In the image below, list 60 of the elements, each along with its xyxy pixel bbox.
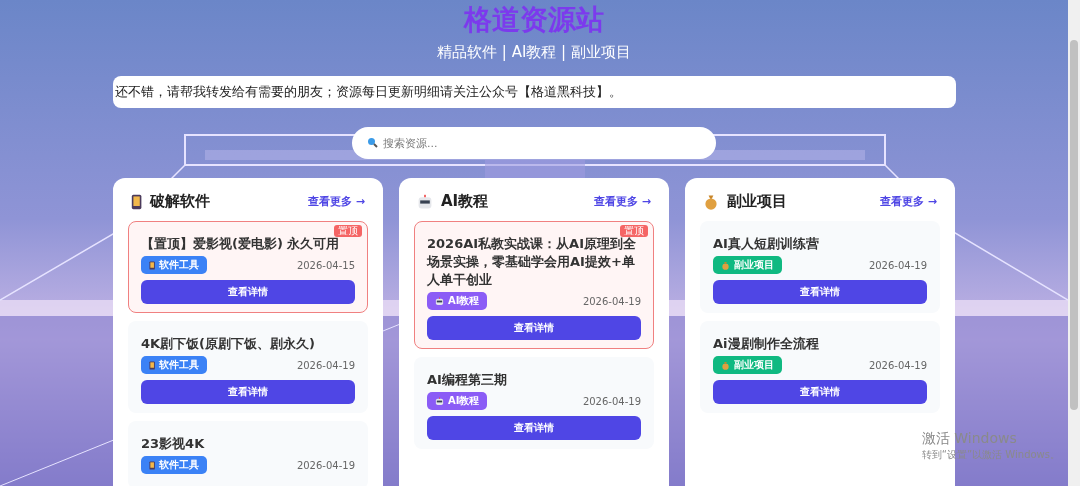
- resource-title: 2026AI私教实战课：从AI原理到全场景实操，零基础学会用AI提效+单人单干创业: [427, 236, 637, 289]
- resource-item[interactable]: Ai漫剧制作全流程 副业项目 2026-04-19 查看详情: [700, 321, 940, 413]
- view-details-button[interactable]: 查看详情: [141, 380, 355, 404]
- search-icon: [367, 137, 378, 148]
- phone-icon: [131, 193, 143, 210]
- resource-item[interactable]: 置顶 【置顶】爱影视(爱电影) 永久可用 软件工具 2026-04-15 查看详情: [128, 221, 368, 313]
- search-field[interactable]: 搜索资源...: [352, 127, 716, 159]
- resource-item[interactable]: AI真人短剧训练营 副业项目 2026-04-19 查看详情: [700, 221, 940, 313]
- phone-icon: [149, 360, 156, 370]
- site-subtitle: 精品软件 | AI教程 | 副业项目: [437, 42, 631, 62]
- scrollbar[interactable]: [1068, 0, 1080, 486]
- view-more-link[interactable]: 查看更多 →: [307, 194, 365, 209]
- resource-title: AI编程第三期: [427, 371, 508, 389]
- view-details-button[interactable]: 查看详情: [427, 416, 641, 440]
- resource-item[interactable]: 23影视4K 软件工具 2026-04-19: [128, 421, 368, 486]
- resource-date: 2026-04-19: [582, 295, 641, 307]
- tag-label: 软件工具: [159, 358, 200, 372]
- view-details-button[interactable]: 查看详情: [713, 380, 927, 404]
- view-details-button[interactable]: 查看详情: [427, 316, 641, 340]
- tag-label: 软件工具: [159, 258, 200, 272]
- activation-title: 激活 Windows: [921, 430, 1018, 448]
- money-bag-icon: [721, 360, 730, 370]
- resource-date: 2026-04-19: [868, 259, 927, 271]
- view-more-link[interactable]: 查看更多 →: [879, 194, 937, 209]
- tag-label: AI教程: [448, 394, 480, 408]
- robot-icon: [435, 396, 444, 406]
- resource-date: 2026-04-19: [296, 359, 355, 371]
- tag-label: 副业项目: [734, 358, 774, 372]
- category-title: 副业项目: [727, 192, 787, 211]
- money-bag-icon: [721, 260, 730, 270]
- view-more-link[interactable]: 查看更多 →: [593, 194, 651, 209]
- robot-icon: [435, 296, 444, 306]
- resource-title: Ai漫剧制作全流程: [713, 335, 820, 353]
- resource-item[interactable]: AI编程第三期 AI教程 2026-04-19 查看详情: [414, 357, 654, 449]
- resource-item[interactable]: 4K剧下饭(原剧下饭、剧永久) 软件工具 2026-04-19 查看详情: [128, 321, 368, 413]
- pinned-badge: 置顶: [334, 225, 362, 237]
- money-bag-icon: [703, 193, 719, 210]
- resource-title: 【置顶】爱影视(爱电影) 永久可用: [141, 235, 341, 253]
- category-title: 破解软件: [150, 192, 211, 211]
- site-title: 格道资源站: [464, 2, 604, 38]
- resource-date: 2026-04-15: [296, 259, 355, 271]
- resource-title: AI真人短剧训练营: [713, 235, 820, 253]
- resource-date: 2026-04-19: [868, 359, 927, 371]
- resource-date: 2026-04-19: [296, 459, 355, 471]
- resource-title: 23影视4K: [141, 435, 206, 453]
- phone-icon: [149, 260, 156, 270]
- tag-label: AI教程: [448, 294, 480, 308]
- tag-label: 软件工具: [159, 458, 200, 472]
- scrollbar-thumb[interactable]: [1070, 40, 1078, 410]
- view-details-button[interactable]: 查看详情: [713, 280, 927, 304]
- robot-icon: [417, 193, 433, 210]
- pinned-badge: 置顶: [620, 225, 648, 237]
- resource-date: 2026-04-19: [582, 395, 641, 407]
- tag-label: 副业项目: [734, 258, 774, 272]
- resource-title: 4K剧下饭(原剧下饭、剧永久): [141, 335, 316, 353]
- view-details-button[interactable]: 查看详情: [141, 280, 355, 304]
- category-title: AI教程: [441, 192, 489, 211]
- notice-bar: 还不错，请帮我转发给有需要的朋友；资源每日更新明细请关注公众号【格道黑科技】。: [112, 76, 956, 108]
- resource-item[interactable]: 置顶 2026AI私教实战课：从AI原理到全场景实操，零基础学会用AI提效+单人单干创业 AI教程 2026-04-19 查看详情: [414, 221, 654, 349]
- phone-icon: [149, 460, 156, 470]
